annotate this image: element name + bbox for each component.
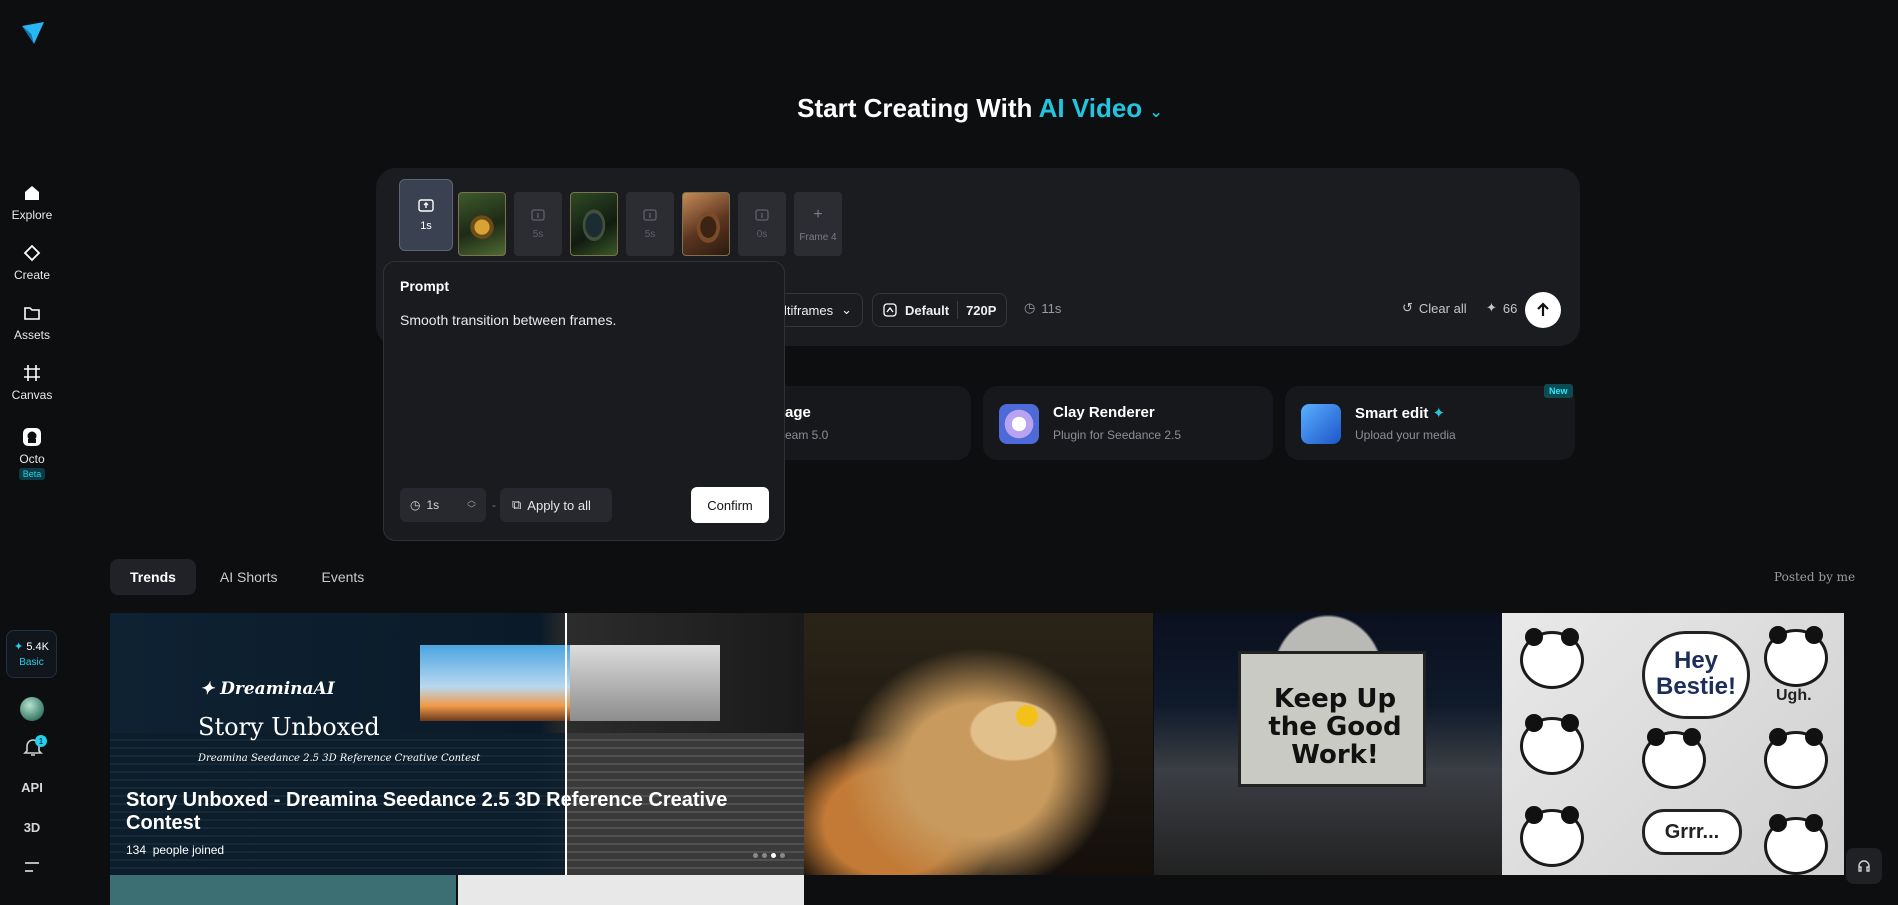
3d-link[interactable]: 3D xyxy=(0,820,64,835)
apply-to-all-button[interactable]: ⧉ Apply to all xyxy=(500,488,612,522)
duration-chip[interactable]: ◷ 11s xyxy=(1024,300,1061,316)
brand-logo: ✦ DreaminaAI xyxy=(200,679,335,699)
gallery-item[interactable] xyxy=(458,875,804,905)
upload-icon xyxy=(755,208,769,221)
feature-card-clay-renderer[interactable]: Clay Renderer Plugin for Seedance 2.5 xyxy=(983,386,1273,460)
tab-events[interactable]: Events xyxy=(302,559,385,595)
reset-icon: ↺ xyxy=(1402,300,1413,315)
banner-heading: Story Unboxed xyxy=(198,713,380,741)
sparkle-icon: ✦ xyxy=(1432,405,1446,422)
credit-cost: ✦ 66 xyxy=(1486,300,1518,316)
frame-thumbnail[interactable] xyxy=(682,192,730,256)
posted-by-filter[interactable]: Posted by me xyxy=(1774,570,1855,584)
sticker-text: Ugh. xyxy=(1776,687,1812,704)
hero-banner[interactable]: ✦ DreaminaAI Story Unboxed Dreamina Seed… xyxy=(110,613,804,875)
diamond-icon xyxy=(21,242,43,264)
frame-duration: 1s xyxy=(420,220,432,232)
credits-value: 5.4K xyxy=(26,641,49,653)
sidebar-item-octo[interactable]: Octo Beta xyxy=(6,426,58,480)
quality-dropdown[interactable]: Default 720P xyxy=(872,293,1008,327)
folder-icon xyxy=(21,302,43,324)
carousel-dots[interactable] xyxy=(753,853,785,858)
settings-icon xyxy=(883,303,897,317)
joined-count: 134 people joined xyxy=(126,843,225,857)
octo-icon xyxy=(21,426,43,448)
banner-subheading: Dreamina Seedance 2.5 3D Reference Creat… xyxy=(198,753,481,764)
add-frame-button[interactable]: + Frame 4 xyxy=(794,192,842,256)
sidebar-item-label: Octo xyxy=(19,452,45,466)
page-title: Start Creating With AI Video ⌄ xyxy=(797,93,1163,123)
prompt-popup: Prompt Smooth transition between frames.… xyxy=(383,261,785,541)
sticker-text: Hey Bestie! xyxy=(1642,631,1750,719)
frame-transition[interactable]: 5s xyxy=(626,192,674,256)
sparkle-icon: ✦ xyxy=(1486,300,1497,315)
credits-badge[interactable]: ✦ 5.4K Basic xyxy=(6,630,57,678)
gallery-item[interactable] xyxy=(110,875,456,905)
support-button[interactable] xyxy=(1846,848,1882,884)
api-link[interactable]: API xyxy=(0,780,64,795)
clock-icon: ◷ xyxy=(1024,300,1036,315)
gallery-tabs: Trends AI Shorts Events xyxy=(110,559,384,595)
popup-title: Prompt xyxy=(400,278,449,294)
frame-thumbnail[interactable] xyxy=(458,192,506,256)
prompt-textarea[interactable]: Smooth transition between frames. xyxy=(400,312,616,328)
gallery-item[interactable] xyxy=(804,613,1153,875)
frame-thumbnail[interactable] xyxy=(570,192,618,256)
sticker-text: Grrr... xyxy=(1642,809,1742,855)
wall-text: Keep Up the Good Work! xyxy=(1268,684,1402,770)
duration-stepper[interactable]: ◷ 1s ︿ ﹀ xyxy=(400,488,486,522)
upload-icon xyxy=(418,199,434,212)
banner-caption: Story Unboxed - Dreamina Seedance 2.5 3D… xyxy=(126,789,728,834)
sidebar-item-label: Assets xyxy=(13,328,50,342)
mode-selector[interactable]: AI Video ⌄ xyxy=(1039,93,1163,123)
sidebar-item-explore[interactable]: Explore xyxy=(6,182,58,222)
sidebar-item-label: Canvas xyxy=(11,388,53,402)
menu-icon[interactable] xyxy=(24,860,40,874)
frame-transition[interactable]: 0s xyxy=(738,192,786,256)
confirm-button[interactable]: Confirm xyxy=(691,487,769,523)
home-icon xyxy=(21,182,43,204)
gallery-item[interactable]: Hey Bestie! Ugh. Grrr... xyxy=(1502,613,1844,875)
sparkle-icon: ✦ xyxy=(14,641,24,653)
sidebar-item-create[interactable]: Create xyxy=(6,242,58,282)
clay-renderer-icon xyxy=(999,404,1039,444)
tab-trends[interactable]: Trends xyxy=(110,559,196,595)
send-button[interactable] xyxy=(1525,292,1561,328)
beta-badge: Beta xyxy=(18,468,46,480)
sidebar-item-canvas[interactable]: Canvas xyxy=(6,362,58,402)
notification-badge: 1 xyxy=(35,735,47,747)
clock-icon: ◷ xyxy=(410,498,421,512)
upload-icon xyxy=(643,208,657,221)
stepper-down-icon[interactable]: ﹀ xyxy=(467,505,476,514)
sidebar-item-assets[interactable]: Assets xyxy=(6,302,58,342)
gallery-item[interactable]: Keep Up the Good Work! xyxy=(1154,613,1502,875)
chevron-down-icon: ⌄ xyxy=(841,302,853,317)
canvas-icon xyxy=(21,362,43,384)
new-badge: New xyxy=(1544,384,1573,398)
frame-slot-1[interactable]: 1s xyxy=(399,179,453,251)
chevron-down-icon: ⌄ xyxy=(1149,104,1163,121)
arrow-up-icon xyxy=(1537,302,1549,316)
clear-all-button[interactable]: ↺ Clear all xyxy=(1402,300,1467,316)
feather-icon xyxy=(1301,404,1341,444)
copy-icon: ⧉ xyxy=(512,497,522,512)
plan-label: Basic xyxy=(19,657,44,668)
frame-transition[interactable]: 5s xyxy=(514,192,562,256)
sidebar-item-label: Explore xyxy=(11,208,53,222)
feature-card-smart-edit[interactable]: Smart edit ✦ Upload your media xyxy=(1285,386,1575,460)
tab-ai-shorts[interactable]: AI Shorts xyxy=(200,559,298,595)
headset-icon xyxy=(1858,860,1870,872)
sidebar-item-label: Create xyxy=(13,268,51,282)
plus-icon: + xyxy=(813,205,823,223)
upload-icon xyxy=(531,208,545,221)
app-logo[interactable] xyxy=(20,20,46,46)
avatar[interactable] xyxy=(20,697,44,721)
